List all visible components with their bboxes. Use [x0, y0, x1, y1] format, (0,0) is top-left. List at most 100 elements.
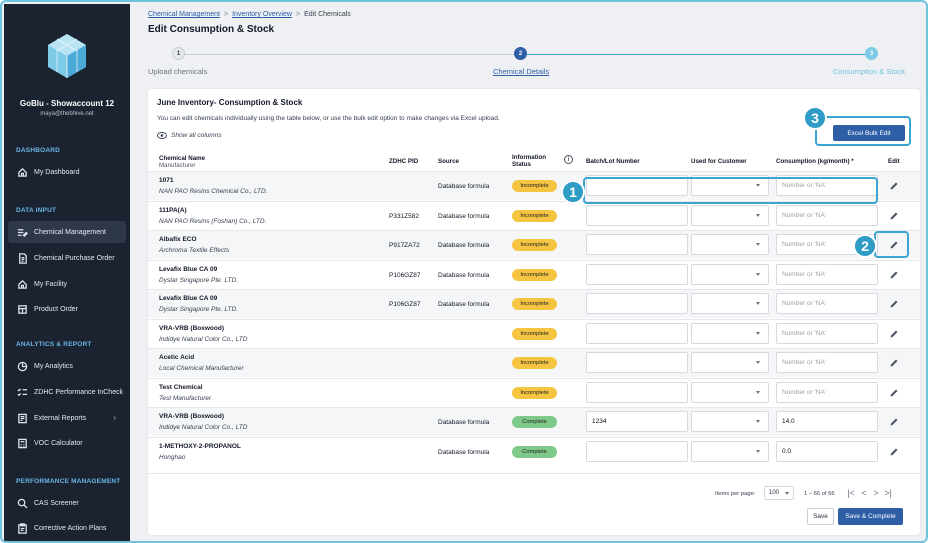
- pencil-icon[interactable]: [889, 417, 899, 427]
- status-badge: Incomplete: [512, 209, 557, 222]
- account-email: maya@thebhive.net: [40, 111, 94, 117]
- section-title-data-input: DATA INPUT: [16, 207, 57, 214]
- prev-page-button[interactable]: <: [859, 487, 869, 499]
- save-button[interactable]: Save: [807, 508, 834, 525]
- step-1-dot[interactable]: 1: [172, 47, 185, 60]
- batch-lot-input[interactable]: [586, 440, 688, 462]
- analytics-icon: [16, 360, 28, 372]
- pencil-icon[interactable]: [889, 181, 899, 191]
- sidebar-item-corrective-action-plans[interactable]: Corrective Action Plans: [8, 517, 126, 539]
- batch-lot-input[interactable]: [586, 234, 688, 255]
- customer-select[interactable]: [691, 322, 769, 344]
- items-per-page-select[interactable]: 100: [764, 486, 794, 500]
- breadcrumb: Chemical Management > Inventory Overview > E…: [148, 11, 351, 18]
- consumption-input[interactable]: Number or 'NA': [776, 293, 878, 314]
- inventory-card: June Inventory- Consumption & Stock You …: [148, 89, 920, 535]
- caret-down-icon: [756, 361, 760, 364]
- customer-select[interactable]: [691, 263, 769, 285]
- manufacturer-name: Dystar Singapore Pte. LTD.: [159, 276, 238, 284]
- pencil-icon[interactable]: [889, 447, 899, 457]
- last-page-button[interactable]: >|: [883, 487, 893, 499]
- customer-select[interactable]: [691, 381, 769, 403]
- pencil-icon[interactable]: [889, 329, 899, 339]
- sidebar-item-product-order[interactable]: Product Order: [8, 298, 126, 320]
- sidebar: GoBlu - Showaccount 12 maya@thebhive.net…: [4, 4, 130, 541]
- header-information-status: Information Status: [512, 154, 546, 168]
- stepper-line-1: [184, 54, 514, 55]
- document-icon: [16, 252, 28, 264]
- pencil-icon[interactable]: [889, 358, 899, 368]
- consumption-input[interactable]: Number or 'NA': [776, 204, 878, 226]
- customer-select[interactable]: [691, 352, 769, 373]
- consumption-placeholder: Number or 'NA': [782, 388, 827, 396]
- customer-select[interactable]: [691, 204, 769, 226]
- sidebar-item-external-reports[interactable]: External Reports ›: [8, 407, 126, 429]
- pencil-icon[interactable]: [889, 270, 899, 280]
- manufacturer-name: Test Manufacturer: [159, 394, 212, 402]
- step-2-label[interactable]: Chemical Details: [493, 67, 549, 76]
- batch-lot-input[interactable]: [586, 322, 688, 344]
- pencil-icon[interactable]: [889, 299, 899, 309]
- first-page-button[interactable]: |<: [846, 487, 856, 499]
- table-row: 1-METHOXY-2-PROPANOL Honghao Database form…: [148, 436, 920, 466]
- caret-down-icon: [785, 492, 789, 495]
- consumption-input[interactable]: Number or 'NA': [776, 352, 878, 373]
- consumption-input[interactable]: Number or 'NA': [776, 322, 878, 344]
- sidebar-item-voc-calculator[interactable]: VOC Calculator: [8, 432, 126, 454]
- eye-icon: [157, 132, 167, 139]
- breadcrumb-chemical-management[interactable]: Chemical Management: [148, 11, 220, 18]
- inventory-description: You can edit chemicals individually usin…: [157, 115, 500, 122]
- caret-down-icon: [756, 213, 760, 217]
- step-2-dot[interactable]: 2: [514, 47, 527, 60]
- step-3-dot[interactable]: 3: [865, 47, 878, 60]
- breadcrumb-inventory-overview[interactable]: Inventory Overview: [232, 11, 292, 18]
- customer-select[interactable]: [691, 234, 769, 255]
- customer-select[interactable]: [691, 293, 769, 314]
- batch-lot-input[interactable]: [586, 263, 688, 285]
- step-3-label[interactable]: Consumption & Stock: [833, 67, 905, 76]
- consumption-input[interactable]: Number or 'NA': [776, 381, 878, 403]
- home-icon: [16, 166, 28, 178]
- page-title: Edit Consumption & Stock: [148, 24, 275, 35]
- header-customer: Used for Customer: [691, 158, 747, 165]
- sidebar-item-my-analytics[interactable]: My Analytics: [8, 355, 126, 377]
- batch-lot-input[interactable]: [586, 381, 688, 403]
- sidebar-item-cas-screener[interactable]: CAS Screener: [8, 492, 126, 514]
- info-icon[interactable]: i: [564, 155, 573, 164]
- header-name-label: Chemical Name: [159, 155, 206, 162]
- sidebar-item-label: Corrective Action Plans: [34, 524, 107, 532]
- save-complete-button[interactable]: Save & Complete: [838, 508, 903, 525]
- source: Database formula: [438, 271, 490, 279]
- sidebar-item-label: Chemical Management: [34, 228, 106, 236]
- next-page-button[interactable]: >: [871, 487, 881, 499]
- batch-lot-input[interactable]: [586, 352, 688, 373]
- manufacturer-name: Archroma Textile Effects: [159, 247, 230, 254]
- sidebar-item-zdhc-performance[interactable]: ZDHC Performance InCheck: [8, 381, 126, 403]
- excel-bulk-edit-button[interactable]: Excel Bulk Edit: [833, 125, 905, 141]
- consumption-input[interactable]: 14.0: [776, 411, 878, 432]
- pencil-icon[interactable]: [889, 388, 899, 398]
- caret-down-icon: [756, 302, 760, 305]
- batch-lot-input[interactable]: [586, 293, 688, 314]
- sidebar-item-label: Product Order: [34, 305, 78, 313]
- batch-lot-input[interactable]: [586, 204, 688, 226]
- batch-lot-input[interactable]: 1234: [586, 411, 688, 432]
- sidebar-item-my-facility[interactable]: My Facility: [8, 273, 126, 295]
- consumption-input[interactable]: Number or 'NA': [776, 263, 878, 285]
- header-status-line2: Status: [512, 161, 531, 168]
- step-1-label[interactable]: Upload chemicals: [148, 67, 207, 76]
- show-all-columns-toggle[interactable]: Show all columns: [157, 132, 222, 139]
- sidebar-item-chemical-management[interactable]: Chemical Management: [8, 221, 126, 243]
- status-badge: Complete: [512, 445, 557, 458]
- chemical-name: 1-METHOXY-2-PROPANOL: [159, 442, 241, 450]
- sidebar-item-my-dashboard[interactable]: My Dashboard: [8, 161, 126, 183]
- customer-select[interactable]: [691, 440, 769, 462]
- box-icon: [16, 303, 28, 315]
- customer-select[interactable]: [691, 411, 769, 432]
- stepper-line-2: [527, 54, 865, 55]
- pencil-icon[interactable]: [889, 211, 899, 221]
- sidebar-item-chemical-purchase-order[interactable]: Chemical Purchase Order: [8, 247, 126, 269]
- consumption-input[interactable]: 0.0: [776, 440, 878, 462]
- source: Database formula: [438, 419, 490, 426]
- consumption-value: 14.0: [782, 418, 795, 425]
